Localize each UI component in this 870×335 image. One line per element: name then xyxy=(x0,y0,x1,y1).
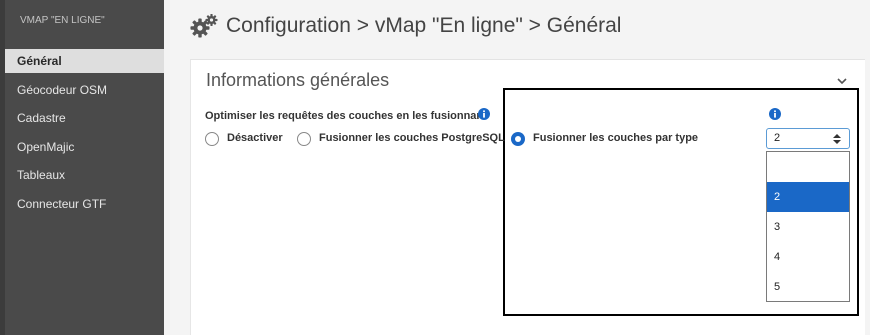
radio-label-desactiver[interactable]: Désactiver xyxy=(227,132,283,144)
chevron-down-icon[interactable] xyxy=(835,74,849,88)
radio-label-fusionner-par-type[interactable]: Fusionner les couches par type xyxy=(533,132,698,144)
radio-label-fusionner-postgresql[interactable]: Fusionner les couches PostgreSQL xyxy=(319,132,505,144)
sidebar-item-cadastre[interactable]: Cadastre xyxy=(5,106,164,135)
merge-question-label: Optimiser les requêtes des couches en le… xyxy=(205,110,487,122)
sidebar-item-geocodeur-osm[interactable]: Géocodeur OSM xyxy=(5,78,164,107)
radio-fusionner-postgresql[interactable] xyxy=(297,132,311,146)
option-4[interactable]: 4 xyxy=(767,242,849,272)
sidebar: VMAP "EN LIGNE" Général Géocodeur OSM Ca… xyxy=(0,0,164,335)
option-5[interactable]: 5 xyxy=(767,272,849,302)
sidebar-item-openmajic[interactable]: OpenMajic xyxy=(5,135,164,164)
sidebar-nav: Général Géocodeur OSM Cadastre OpenMajic… xyxy=(5,49,164,220)
type-count-select[interactable]: 2 xyxy=(766,128,850,149)
type-count-listbox: 2 3 4 5 xyxy=(766,151,850,302)
option-3[interactable]: 3 xyxy=(767,212,849,242)
radio-desactiver[interactable] xyxy=(205,132,219,146)
option-empty[interactable] xyxy=(767,152,849,182)
page-header: Configuration > vMap "En ligne" > Généra… xyxy=(190,10,621,42)
app-brand: VMAP "EN LIGNE" xyxy=(20,15,105,26)
radio-fusionner-par-type[interactable] xyxy=(511,132,525,146)
page-title: Configuration > vMap "En ligne" > Généra… xyxy=(226,14,622,37)
sidebar-item-connecteur-gtf[interactable]: Connecteur GTF xyxy=(5,192,164,221)
panel-title: Informations générales xyxy=(206,70,390,90)
sidebar-item-tableaux[interactable]: Tableaux xyxy=(5,163,164,192)
select-arrows-icon xyxy=(833,134,841,144)
option-2[interactable]: 2 xyxy=(767,182,849,212)
info-icon[interactable] xyxy=(478,108,490,120)
select-value: 2 xyxy=(774,132,781,144)
sidebar-item-general[interactable]: Général xyxy=(5,49,164,73)
select-info-icon[interactable] xyxy=(769,108,781,120)
gears-icon xyxy=(190,14,218,38)
